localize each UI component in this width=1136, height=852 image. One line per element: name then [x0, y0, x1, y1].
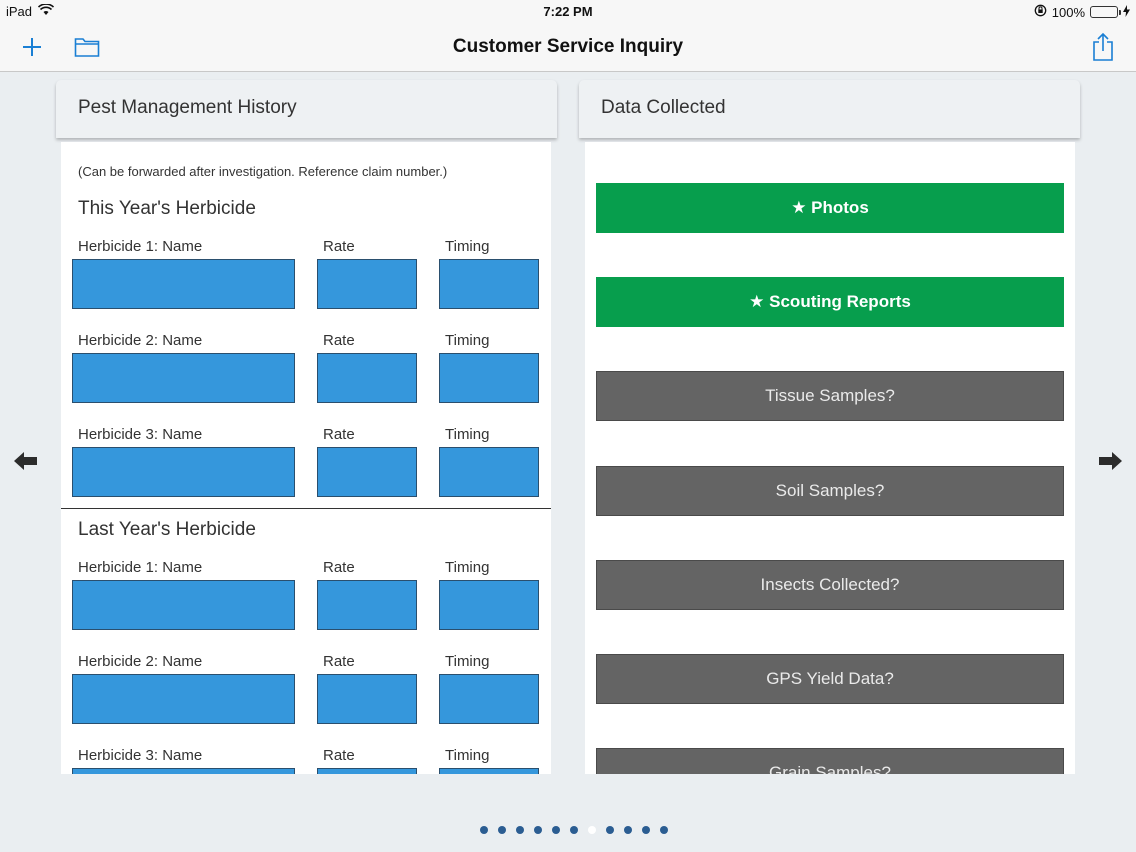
field-label: Timing [445, 332, 490, 349]
page-dot-active[interactable] [588, 826, 596, 834]
page-dot[interactable] [498, 826, 506, 834]
battery-icon [1090, 6, 1121, 18]
last-year-herbicide-2-rate-field[interactable] [317, 674, 417, 724]
this-year-herbicide-3-rate-field[interactable] [317, 447, 417, 497]
field-label: Rate [323, 426, 355, 443]
field-label: Rate [323, 653, 355, 670]
insects-collected-button[interactable]: Insects Collected? [596, 560, 1064, 610]
field-label: Timing [445, 653, 490, 670]
charging-icon [1123, 4, 1130, 20]
section-divider [61, 508, 551, 509]
this-year-herbicide-2-rate-field[interactable] [317, 353, 417, 403]
share-icon [1093, 32, 1113, 61]
this-year-herbicide-2-name-field[interactable] [72, 353, 295, 403]
last-year-herbicide-1-rate-field[interactable] [317, 580, 417, 630]
page-dot[interactable] [606, 826, 614, 834]
this-year-herbicide-3-timing-field[interactable] [439, 447, 539, 497]
page-dot[interactable] [570, 826, 578, 834]
panel-title: Data Collected [601, 97, 726, 118]
field-label: Timing [445, 559, 490, 576]
panel-title: Pest Management History [78, 97, 297, 118]
this-year-herbicide-1-name-field[interactable] [72, 259, 295, 309]
field-label: Rate [323, 332, 355, 349]
last-year-herbicide-1-name-field[interactable] [72, 580, 295, 630]
gps-yield-data-button[interactable]: GPS Yield Data? [596, 654, 1064, 704]
data-collected-panel: ★ Photos ★ Scouting Reports Tissue Sampl… [585, 142, 1075, 774]
field-label: Rate [323, 559, 355, 576]
battery-percent: 100% [1051, 4, 1085, 20]
status-bar: iPad 7:22 PM 100% [0, 0, 1136, 22]
page-dot[interactable] [480, 826, 488, 834]
field-label: Herbicide 2: Name [78, 332, 203, 349]
clock: 7:22 PM [543, 4, 593, 19]
page-dot[interactable] [552, 826, 560, 834]
last-year-herbicide-3-timing-field[interactable] [439, 768, 539, 774]
page-dot[interactable] [660, 826, 668, 834]
tissue-samples-button[interactable]: Tissue Samples? [596, 371, 1064, 421]
previous-page-button[interactable] [12, 448, 40, 474]
pest-management-header: Pest Management History [56, 80, 557, 138]
page-dot[interactable] [516, 826, 524, 834]
share-button[interactable] [1088, 32, 1118, 62]
forwarding-note: (Can be forwarded after investigation. R… [78, 164, 448, 179]
photos-button[interactable]: ★ Photos [596, 183, 1064, 233]
field-label: Herbicide 3: Name [78, 426, 203, 443]
page-dot[interactable] [642, 826, 650, 834]
last-year-herbicide-3-rate-field[interactable] [317, 768, 417, 774]
last-year-herbicide-2-name-field[interactable] [72, 674, 295, 724]
field-label: Herbicide 3: Name [78, 747, 203, 764]
navigation-bar: Customer Service Inquiry [0, 22, 1136, 72]
page-dot[interactable] [534, 826, 542, 834]
last-year-herbicide-2-timing-field[interactable] [439, 674, 539, 724]
orientation-lock-icon [1034, 4, 1047, 20]
grain-samples-button[interactable]: Grain Samples? [596, 748, 1064, 774]
last-year-herbicide-3-name-field[interactable] [72, 768, 295, 774]
soil-samples-button[interactable]: Soil Samples? [596, 466, 1064, 516]
data-collected-header: Data Collected [579, 80, 1080, 138]
this-year-herbicide-1-timing-field[interactable] [439, 259, 539, 309]
this-year-herbicide-3-name-field[interactable] [72, 447, 295, 497]
field-label: Timing [445, 238, 490, 255]
page-title: Customer Service Inquiry [452, 36, 684, 57]
pest-management-panel: (Can be forwarded after investigation. R… [61, 142, 551, 774]
field-label: Rate [323, 747, 355, 764]
this-year-herbicide-1-rate-field[interactable] [317, 259, 417, 309]
field-label: Timing [445, 747, 490, 764]
field-label: Timing [445, 426, 490, 443]
next-page-button[interactable] [1096, 448, 1124, 474]
field-label: Rate [323, 238, 355, 255]
arrow-left-icon [14, 452, 37, 470]
field-label: Herbicide 1: Name [78, 238, 203, 255]
scouting-reports-button[interactable]: ★ Scouting Reports [596, 277, 1064, 327]
field-label: Herbicide 1: Name [78, 559, 203, 576]
this-year-herbicide-2-timing-field[interactable] [439, 353, 539, 403]
arrow-right-icon [1099, 452, 1122, 470]
field-label: Herbicide 2: Name [78, 653, 203, 670]
page-indicator[interactable] [0, 826, 1136, 834]
section-title-this-year: This Year's Herbicide [78, 198, 256, 219]
last-year-herbicide-1-timing-field[interactable] [439, 580, 539, 630]
section-title-last-year: Last Year's Herbicide [78, 519, 256, 540]
page-dot[interactable] [624, 826, 632, 834]
